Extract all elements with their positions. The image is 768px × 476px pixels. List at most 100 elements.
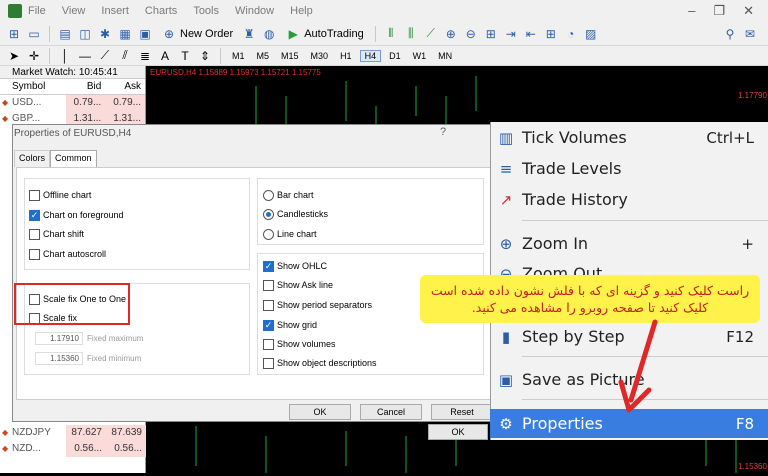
experts-icon[interactable]: ♜ xyxy=(241,26,257,42)
chart-options-group: Offline chart ✓ Chart on foreground Chart… xyxy=(24,178,250,270)
line-chart-icon[interactable]: ⟋ xyxy=(423,26,439,42)
menu-view[interactable]: View xyxy=(62,5,86,17)
restore-icon[interactable]: ❐ xyxy=(713,3,725,19)
timeframe-w1[interactable]: W1 xyxy=(409,51,431,61)
vertical-line-icon[interactable]: │ xyxy=(57,48,73,64)
row-bid: 0.56... xyxy=(66,441,106,457)
ok-button[interactable]: OK xyxy=(289,404,351,420)
timeframe-m5[interactable]: M5 xyxy=(253,51,274,61)
tester-icon[interactable]: ▣ xyxy=(137,26,153,42)
table-row[interactable]: NZDJPY 87.627 87.639 xyxy=(0,425,146,441)
radio-circle xyxy=(263,189,274,201)
row-symbol: USD... xyxy=(0,95,66,111)
chart-shift-checkbox[interactable]: Chart shift xyxy=(29,228,84,240)
radio-circle xyxy=(263,208,274,220)
new-order-button[interactable]: ⊕ New Order xyxy=(157,26,237,42)
table-row[interactable]: USD... 0.79... 0.79... xyxy=(0,95,146,111)
tile-icon[interactable]: ⊞ xyxy=(483,26,499,42)
minimize-icon[interactable]: – xyxy=(688,3,695,19)
show-volumes-checkbox[interactable]: Show volumes xyxy=(263,338,336,350)
crosshair-icon[interactable]: ✛ xyxy=(26,48,42,64)
menu-item-trade-levels[interactable]: ≡ Trade Levels xyxy=(490,154,768,183)
menu-help[interactable]: Help xyxy=(290,5,313,17)
show-object-descriptions-checkbox[interactable]: Show object descriptions xyxy=(263,357,377,369)
timeframe-h4[interactable]: H4 xyxy=(359,49,382,62)
scroll-icon[interactable]: ⇥ xyxy=(503,26,519,42)
text-icon[interactable]: A xyxy=(157,48,173,64)
arrows-icon[interactable]: ⇕ xyxy=(197,48,213,64)
column-symbol[interactable]: Symbol xyxy=(0,79,66,94)
fixed-minimum-input[interactable]: 1.15360 xyxy=(35,352,83,365)
price-label-bottom: 1.15360 xyxy=(738,462,767,471)
row-ask: 0.79... xyxy=(105,95,146,111)
shift-icon[interactable]: ⇤ xyxy=(523,26,539,42)
checkmark-icon: ✓ xyxy=(263,260,274,272)
chart-on-foreground-checkbox[interactable]: ✓ Chart on foreground xyxy=(29,209,124,221)
menu-insert[interactable]: Insert xyxy=(101,5,129,17)
terminal-icon[interactable]: ▦ xyxy=(117,26,133,42)
timeframe-h1[interactable]: H1 xyxy=(336,51,356,61)
cursor-icon[interactable]: ➤ xyxy=(6,48,22,64)
navigator-icon[interactable]: ✱ xyxy=(97,26,113,42)
checkbox-box xyxy=(29,248,40,260)
show-grid-checkbox[interactable]: ✓ Show grid xyxy=(263,319,317,331)
search-icon[interactable]: ⚲ xyxy=(722,26,738,42)
timeframe-m1[interactable]: M1 xyxy=(228,51,249,61)
bar-chart-radio[interactable]: Bar chart xyxy=(263,189,314,201)
gear-icon: ⚙ xyxy=(499,414,513,433)
horizontal-line-icon[interactable]: — xyxy=(77,48,93,64)
zoom-out-toolbar-icon[interactable]: ⊖ xyxy=(463,26,479,42)
chart-type-group: Bar chart Candlesticks Line chart xyxy=(257,178,484,245)
templates-icon[interactable]: ▨ xyxy=(583,26,599,42)
dialog-title: Properties of EURUSD,H4 xyxy=(14,128,132,139)
fibonacci-icon[interactable]: ≣ xyxy=(137,48,153,64)
dialog-help-button[interactable]: ? xyxy=(440,126,446,138)
profiles-icon[interactable]: ▭ xyxy=(26,26,42,42)
menu-charts[interactable]: Charts xyxy=(145,5,177,17)
show-ohlc-checkbox[interactable]: ✓ Show OHLC xyxy=(263,260,327,272)
column-ask[interactable]: Ask xyxy=(105,79,145,94)
menu-item-zoom-in[interactable]: ⊕ Zoom In + xyxy=(490,229,768,258)
menu-item-tick-volumes[interactable]: ▥ Tick Volumes Ctrl+L xyxy=(490,123,768,152)
menu-tools[interactable]: Tools xyxy=(193,5,219,17)
chat-icon[interactable]: ✉ xyxy=(742,26,758,42)
offline-chart-checkbox[interactable]: Offline chart xyxy=(29,189,91,201)
reset-button[interactable]: Reset xyxy=(431,404,493,420)
menu-file[interactable]: File xyxy=(28,5,46,17)
checkmark-icon: ✓ xyxy=(263,319,274,331)
checkbox-box xyxy=(29,228,40,240)
bar-chart-icon[interactable]: ⫴ xyxy=(383,26,399,42)
market-watch-icon[interactable]: ▤ xyxy=(57,26,73,42)
zoom-in-toolbar-icon[interactable]: ⊕ xyxy=(443,26,459,42)
menu-window[interactable]: Window xyxy=(235,5,274,17)
timeframe-mn[interactable]: MN xyxy=(434,51,456,61)
annotation-callout: راست کلیک کنید و گزینه ای که با فلش نشون… xyxy=(420,275,760,323)
periods-icon[interactable]: ◔ xyxy=(563,26,579,42)
channel-icon[interactable]: ⫽ xyxy=(117,48,133,64)
new-chart-icon[interactable]: ⊞ xyxy=(6,26,22,42)
ok-button-secondary[interactable]: OK xyxy=(428,424,488,440)
trendline-icon[interactable]: ⟋ xyxy=(97,48,113,64)
label-icon[interactable]: T xyxy=(177,48,193,64)
tab-common[interactable]: Common xyxy=(50,150,97,167)
cancel-button[interactable]: Cancel xyxy=(360,404,422,420)
fixed-maximum-input[interactable]: 1.17910 xyxy=(35,332,83,345)
data-window-icon[interactable]: ◫ xyxy=(77,26,93,42)
timeframe-d1[interactable]: D1 xyxy=(385,51,405,61)
table-row[interactable]: NZD... 0.56... 0.56... xyxy=(0,441,146,457)
candlesticks-radio[interactable]: Candlesticks xyxy=(263,208,328,220)
menu-item-trade-history[interactable]: ↗ Trade History xyxy=(490,185,768,214)
timeframe-m15[interactable]: M15 xyxy=(277,51,303,61)
indicators-icon[interactable]: ⊞ xyxy=(543,26,559,42)
line-chart-radio[interactable]: Line chart xyxy=(263,228,317,240)
show-ask-line-checkbox[interactable]: Show Ask line xyxy=(263,279,333,291)
candlesticks-icon[interactable]: ⫼ xyxy=(403,26,419,42)
chart-autoscroll-checkbox[interactable]: Chart autoscroll xyxy=(29,248,106,260)
autotrading-button[interactable]: ▶ AutoTrading xyxy=(281,26,368,42)
timeframe-m30[interactable]: M30 xyxy=(307,51,333,61)
globe-icon[interactable]: ◍ xyxy=(261,26,277,42)
close-icon[interactable]: ✕ xyxy=(743,3,754,19)
column-bid[interactable]: Bid xyxy=(66,79,106,94)
show-period-separators-checkbox[interactable]: Show period separators xyxy=(263,299,372,311)
tab-colors[interactable]: Colors xyxy=(14,150,51,167)
